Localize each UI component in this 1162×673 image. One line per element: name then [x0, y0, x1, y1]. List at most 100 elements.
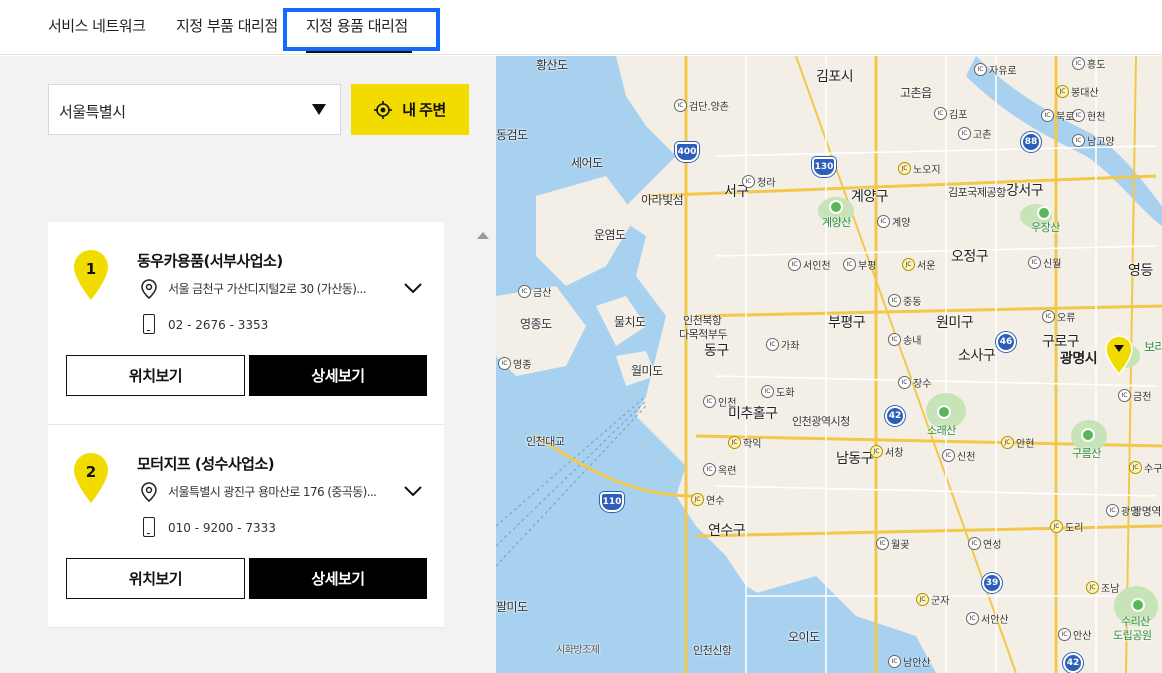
map-label-arabit: 아라빛섬: [641, 193, 684, 207]
ic-marker: JC 서창: [870, 444, 907, 459]
dealer-number: 2: [85, 463, 97, 481]
selected-dealer-map-pin-icon[interactable]: [1105, 335, 1133, 375]
ic-marker: IC 현천: [1072, 108, 1109, 123]
ic-marker: IC 연성: [968, 536, 1005, 551]
map-label-gyeyang: 계양구: [851, 189, 889, 205]
view-location-button[interactable]: 위치보기: [66, 558, 245, 599]
dealer-map[interactable]: 김포시 계양구 서구 부평구 원미구 오정구 소사구 구로구 광명시 동구 미추…: [496, 56, 1162, 673]
map-label-sosa: 소사구: [958, 348, 996, 364]
park-icon: [1037, 206, 1051, 220]
category-tabs: 서비스 네트워크 지정 부품 대리점 지정 용품 대리점: [0, 0, 1162, 55]
map-label-incheon-daegyo: 인천대교: [526, 435, 565, 448]
chevron-down-icon[interactable]: [403, 483, 423, 497]
dealer-card: 1 동우카용품(서부사업소) 서울 금천구 가산디지털2로 30 (가산동)..…: [48, 222, 444, 425]
highway-shield-icon: 88: [1021, 132, 1041, 152]
tab-parts-dealer[interactable]: 지정 부품 대리점: [176, 15, 278, 36]
park-icon: [829, 200, 843, 214]
phone-icon: [143, 314, 155, 334]
region-select[interactable]: 서울특별시: [48, 84, 341, 135]
dealer-address: 서울특별시 광진구 용마산로 176 (중곡동)...: [168, 485, 377, 499]
dealer-list-panel: 서울특별시 내 주변 1 동우카용품(서부사업소) 서울 금천구 가산디지털2로…: [0, 56, 496, 673]
highway-shield-icon: 39: [982, 573, 1002, 593]
location-marker-icon: [141, 482, 157, 502]
map-label-gureumsan: 구름산: [1072, 447, 1101, 460]
ic-marker: IC 서인천: [788, 257, 835, 272]
ic-marker: JC 학익: [728, 435, 765, 450]
tab-highlight-box: [283, 8, 440, 51]
highway-shield-icon: 42: [1063, 653, 1083, 673]
ic-marker: JC 봉대산: [1056, 84, 1103, 99]
location-marker-icon: [141, 279, 157, 299]
ic-marker: IC 신천: [942, 448, 979, 463]
ic-marker: IC 금천: [1118, 388, 1155, 403]
ic-marker: JC 군자: [916, 592, 953, 607]
map-label-gangseo: 강서구: [1006, 183, 1044, 199]
ic-marker: IC 고촌: [958, 126, 995, 141]
map-pin-icon: 1: [74, 250, 108, 300]
near-me-label: 내 주변: [402, 102, 446, 119]
map-label-palmido: 팔미도: [496, 600, 528, 614]
map-label-ojeong: 오정구: [951, 249, 989, 265]
map-label-bupyeong: 부평구: [828, 315, 866, 331]
highway-shield-icon: 110: [600, 492, 624, 512]
ic-marker: IC 서안산: [966, 611, 1013, 626]
ic-marker: IC 자유로: [974, 62, 1021, 77]
ic-marker: JC 수구: [1129, 460, 1162, 475]
highway-shield-icon: 46: [996, 332, 1016, 352]
ic-marker: JC 조남: [1086, 580, 1123, 595]
map-label-mulchi: 물치도: [614, 315, 646, 329]
ic-marker: JC 노오지: [898, 161, 945, 176]
map-label-wonmi: 원미구: [936, 315, 974, 331]
map-label-yeonsu: 연수구: [708, 523, 746, 539]
dealer-address: 서울 금천구 가산디지털2로 30 (가산동)...: [168, 282, 367, 296]
ic-marker: JC 서운: [902, 257, 939, 272]
dealer-number: 1: [85, 260, 97, 278]
ic-marker: IC 월곶: [876, 536, 913, 551]
ic-marker: IC 송내: [888, 332, 925, 347]
map-label-sinhang: 인천신항: [693, 644, 732, 657]
ic-marker: IC 계양: [877, 214, 914, 229]
map-label-wolmi: 월미도: [631, 364, 663, 378]
map-label-yeongdeungpo: 영등: [1128, 263, 1153, 279]
map-label-bora: 보라: [1144, 340, 1162, 354]
map-label-gwangmyeong: 광명시: [1060, 351, 1098, 367]
ic-marker: IC 청라: [742, 174, 779, 189]
map-label-hwangsan: 황산도: [536, 58, 568, 72]
chevron-down-icon[interactable]: [403, 280, 423, 294]
map-label-seeodo: 세어도: [571, 156, 603, 170]
region-select-value: 서울특별시: [59, 103, 126, 121]
scroll-up-icon[interactable]: [477, 232, 489, 239]
view-detail-button[interactable]: 상세보기: [249, 558, 427, 599]
dealer-phone: 02 - 2676 - 3353: [168, 318, 269, 332]
map-label-oido: 오이도: [788, 630, 820, 644]
map-label-city-hall: 인천광역시청: [792, 415, 850, 428]
ic-marker: IC 흥도: [1072, 56, 1109, 71]
ic-marker: IC 신월: [1028, 255, 1065, 270]
ic-marker: IC 옥련: [703, 462, 740, 477]
ic-marker: IC 인천: [703, 394, 740, 409]
map-label-gimpo: 김포시: [816, 69, 854, 85]
map-label-surisan-2: 도립공원: [1113, 629, 1152, 642]
highway-shield-icon: 42: [885, 406, 905, 426]
map-label-donggeom: 동검도: [496, 128, 528, 142]
park-icon: [937, 405, 951, 419]
ic-marker: IC 남안산: [888, 654, 935, 669]
park-icon: [1081, 428, 1095, 442]
map-label-unyeom: 운염도: [594, 228, 626, 242]
ic-marker: JC 도리: [1050, 519, 1087, 534]
ic-marker: IC 도화: [761, 384, 798, 399]
map-label-soraesan: 소래산: [927, 424, 956, 437]
view-location-button[interactable]: 위치보기: [66, 355, 245, 396]
near-me-button[interactable]: 내 주변: [351, 84, 469, 135]
view-detail-button[interactable]: 상세보기: [249, 355, 427, 396]
ic-marker: IC 중동: [888, 293, 925, 308]
location-target-icon: [374, 100, 393, 119]
ic-marker: JC 안현: [1001, 435, 1038, 450]
ic-marker: IC 장수: [898, 375, 935, 390]
dealer-card: 2 모터지프 (성수사업소) 서울특별시 광진구 용마산로 176 (중곡동).…: [48, 425, 444, 628]
ic-marker: IC 남고양: [1072, 133, 1119, 148]
ic-marker: IC 오류: [1042, 309, 1079, 324]
map-label-yeongjong: 영종도: [520, 317, 552, 331]
ic-marker: IC 영종: [498, 356, 535, 371]
tab-service-network[interactable]: 서비스 네트워크: [48, 15, 146, 36]
